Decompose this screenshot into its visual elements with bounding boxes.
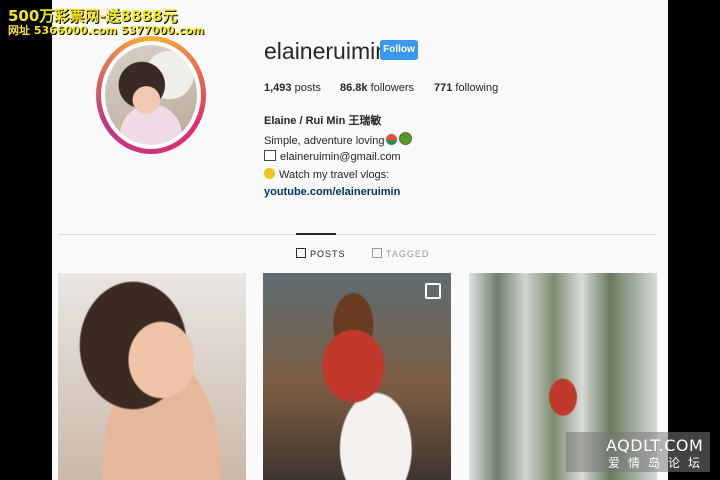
posts-count-stat: 1,493 posts	[264, 82, 321, 94]
bio-email-text: elaineruimin@gmail.com	[280, 151, 401, 163]
post-thumbnail-2[interactable]	[263, 273, 451, 480]
tabs-divider	[58, 234, 656, 235]
bio-vlog-line: Watch my travel vlogs:	[264, 168, 389, 181]
followers-count: 86.8k	[340, 82, 368, 94]
bio-vlog-text: Watch my travel vlogs:	[279, 169, 390, 181]
posts-label: posts	[294, 82, 321, 94]
mailbox-icon	[264, 150, 276, 161]
grid-icon	[296, 248, 306, 258]
watermark-line1: AQDLT.COM	[606, 436, 704, 455]
bio-tagline-text: Simple, adventure loving	[264, 135, 385, 147]
tag-icon	[372, 248, 382, 258]
follow-button[interactable]: Follow	[380, 40, 418, 60]
ad-overlay-line1: 500万彩票网-送8888元	[8, 7, 178, 25]
tab-posts[interactable]: POSTS	[296, 248, 346, 259]
site-watermark: AQDLT.COM 爱情岛论坛	[566, 432, 710, 472]
following-stat[interactable]: 771 following	[434, 82, 498, 94]
bio-website-link[interactable]: youtube.com/elaineruimin	[264, 186, 400, 198]
bio-email: elaineruimin@gmail.com	[264, 150, 401, 163]
bio-name: Elaine / Rui Min 王瑞敏	[264, 115, 382, 127]
posts-count: 1,493	[264, 82, 292, 94]
tab-posts-label: POSTS	[310, 249, 346, 259]
active-tab-indicator	[296, 233, 336, 235]
bio-tagline: Simple, adventure loving	[264, 132, 413, 147]
avatar-photo	[105, 45, 197, 145]
ad-overlay-line2: 网址 5366000.com 5377000.com	[8, 23, 205, 37]
post-thumbnail-1[interactable]	[58, 273, 246, 480]
followers-stat[interactable]: 86.8k followers	[340, 82, 414, 94]
sparkle-icon	[264, 168, 275, 179]
tab-tagged[interactable]: TAGGED	[372, 248, 429, 259]
watermark-line2: 爱情岛论坛	[608, 456, 709, 470]
following-label: following	[455, 82, 499, 94]
profile-username: elaineruimin	[264, 38, 389, 64]
following-count: 771	[434, 82, 453, 94]
tab-tagged-label: TAGGED	[386, 249, 430, 259]
cactus-icon	[399, 132, 413, 145]
followers-label: followers	[370, 82, 414, 94]
profile-avatar[interactable]	[96, 36, 206, 154]
ad-overlay: 500万彩票网-送8888元 网址 5366000.com 5377000.co…	[8, 8, 204, 37]
multiple-photos-icon	[425, 283, 441, 299]
watermelon-icon	[386, 134, 398, 145]
